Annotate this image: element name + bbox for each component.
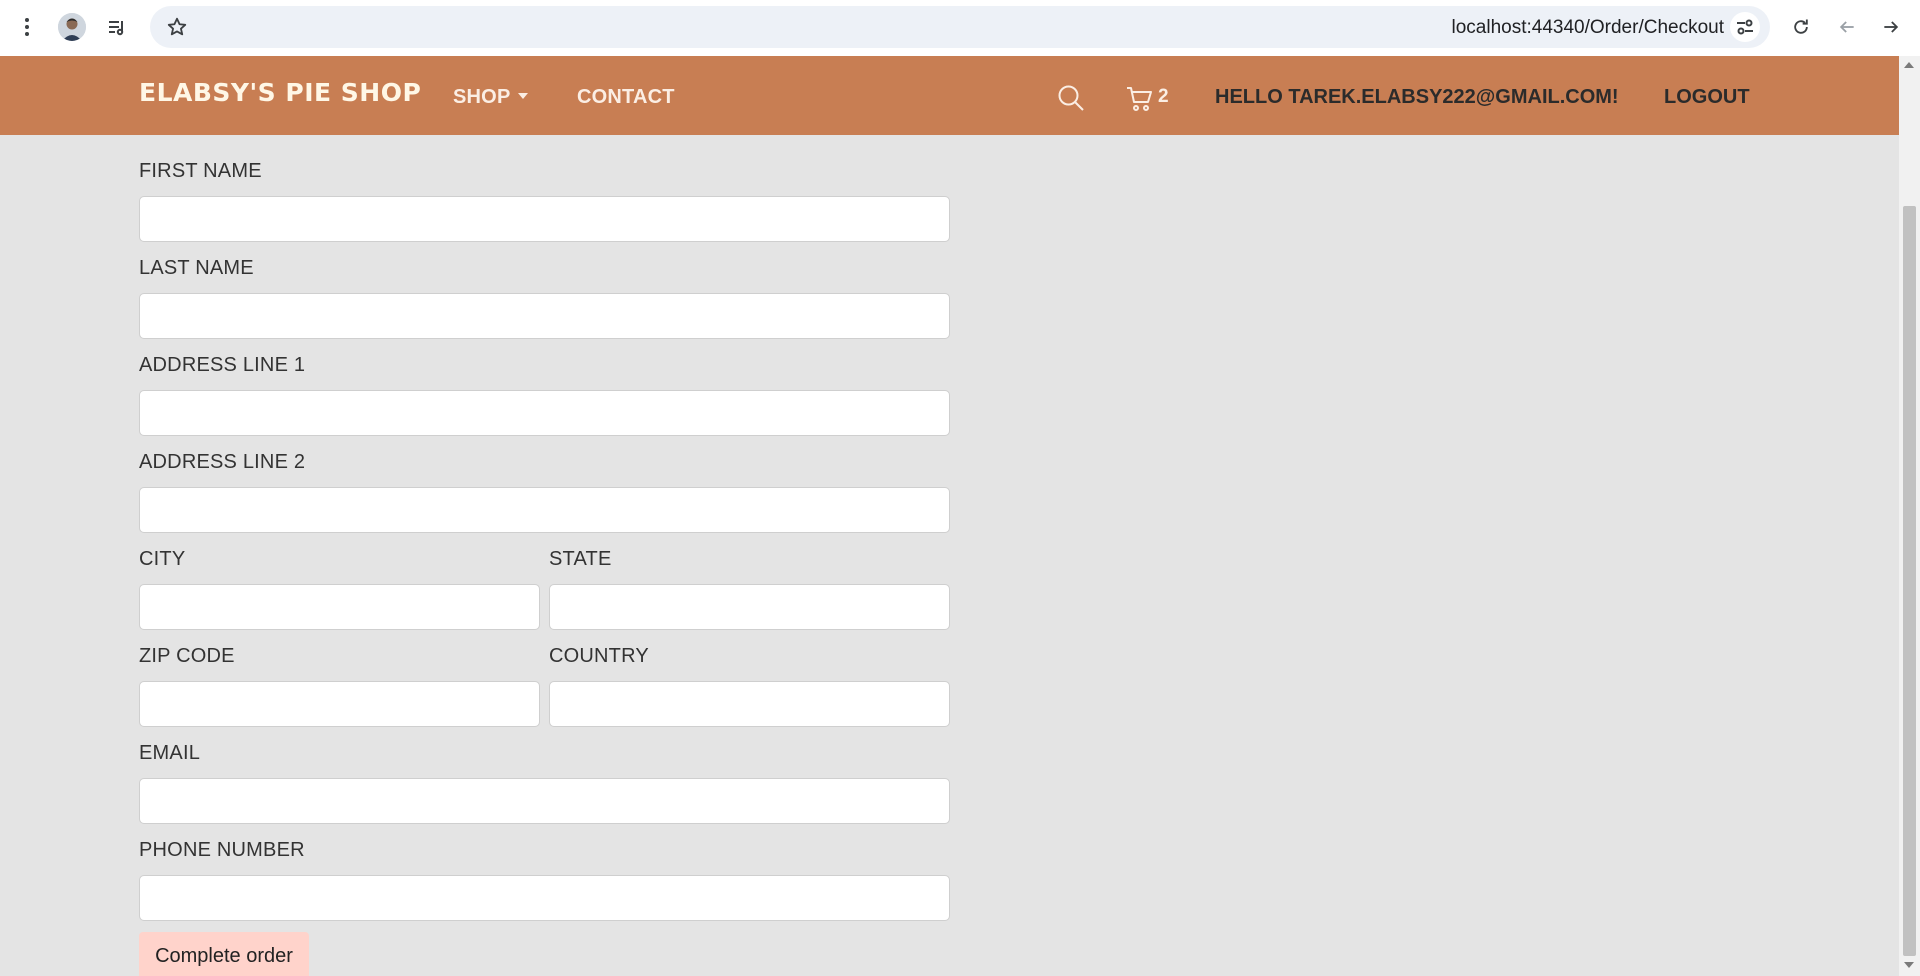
search-icon[interactable] [1057, 84, 1085, 117]
forward-icon[interactable] [1874, 10, 1908, 44]
address-line-2-field[interactable] [139, 487, 950, 533]
email-label: EMAIL [139, 742, 201, 764]
user-greeting[interactable]: HELLO TAREK.ELABSY222@GMAIL.COM! [1215, 86, 1619, 109]
nav-shop-label: SHOP [453, 86, 511, 108]
last-name-label: LAST NAME [139, 257, 254, 279]
page-scrollbar[interactable] [1899, 56, 1920, 976]
country-field[interactable] [549, 681, 950, 727]
chevron-down-icon [518, 93, 529, 99]
media-queue-icon[interactable] [100, 10, 134, 44]
zip-code-field[interactable] [139, 681, 540, 727]
city-field[interactable] [139, 584, 540, 630]
state-field[interactable] [549, 584, 950, 630]
browser-toolbar: localhost:44340/Order/Checkout [0, 0, 1920, 56]
cart-count-badge[interactable]: 2 [1158, 86, 1169, 108]
email-field[interactable] [139, 778, 950, 824]
url-text[interactable]: localhost:44340/Order/Checkout [1452, 17, 1725, 39]
complete-order-button[interactable]: Complete order [139, 932, 309, 976]
address-line-1-field[interactable] [139, 390, 950, 436]
scroll-thumb[interactable] [1903, 206, 1916, 956]
reload-icon[interactable] [1784, 10, 1818, 44]
last-name-field[interactable] [139, 293, 950, 339]
address-bar[interactable]: localhost:44340/Order/Checkout [150, 6, 1770, 48]
nav-contact-link[interactable]: CONTACT [577, 86, 675, 109]
scroll-down-icon[interactable] [1904, 962, 1914, 968]
address-line-1-label: ADDRESS LINE 1 [139, 354, 306, 376]
zip-code-label: ZIP CODE [139, 645, 235, 667]
brand-logo[interactable]: ELABSY'S PIE SHOP [139, 78, 421, 107]
nav-shop-dropdown[interactable]: SHOP [453, 86, 529, 109]
phone-number-field[interactable] [139, 875, 950, 921]
site-settings-icon[interactable] [1730, 12, 1760, 42]
star-icon[interactable] [166, 16, 188, 43]
address-line-2-label: ADDRESS LINE 2 [139, 451, 306, 473]
more-vert-icon[interactable] [10, 10, 44, 44]
first-name-label: FIRST NAME [139, 160, 262, 182]
country-label: COUNTRY [549, 645, 649, 667]
cart-icon[interactable] [1126, 86, 1154, 117]
avatar[interactable] [58, 13, 86, 41]
logout-link[interactable]: LOGOUT [1664, 86, 1750, 109]
state-label: STATE [549, 548, 612, 570]
first-name-field[interactable] [139, 196, 950, 242]
phone-number-label: PHONE NUMBER [139, 839, 305, 861]
scroll-up-icon[interactable] [1904, 62, 1914, 68]
site-navbar: ELABSY'S PIE SHOP SHOP CONTACT 2 HELLO T… [0, 56, 1899, 135]
city-label: CITY [139, 548, 186, 570]
back-icon[interactable] [1830, 10, 1864, 44]
